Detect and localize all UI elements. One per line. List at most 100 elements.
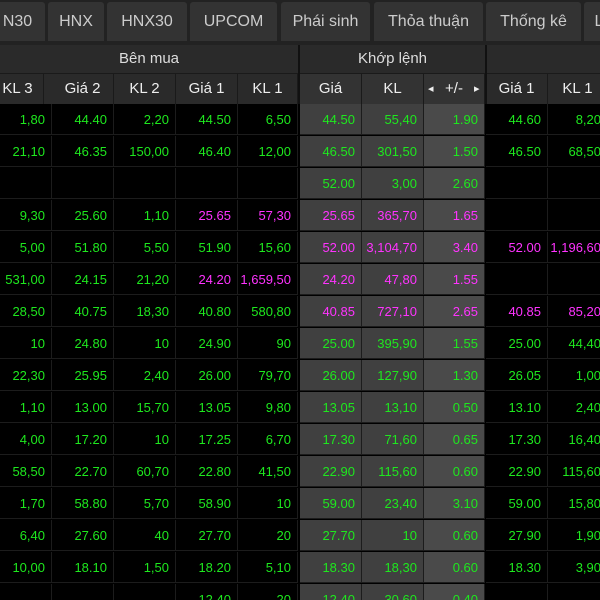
column-header[interactable]: Giá 2	[52, 74, 114, 104]
column-header[interactable]: Giá 1	[486, 74, 548, 104]
column-header[interactable]: KL 1	[548, 74, 600, 104]
table-row[interactable]: 531,00 24.15 21,20 24.20 1,659,50 24.20 47,80 1…	[0, 264, 600, 295]
table-row[interactable]: 58,50 22.70 60,70 22.80 41,50 22.90 115,60 0.60…	[0, 456, 600, 487]
table-cell: 5,10	[238, 552, 298, 583]
table-cell: 22.90	[486, 456, 548, 487]
table-cell: 10	[238, 488, 298, 519]
column-header[interactable]: KL	[362, 74, 424, 104]
table-cell: 25.00	[300, 328, 362, 359]
table-row[interactable]: 52.00 3,00 2.60	[0, 168, 600, 199]
scroll-left-icon[interactable]: ◂	[428, 74, 434, 104]
table-row[interactable]: 1,10 13.00 15,70 13.05 9,80 13.05 13,10 0.50 13.…	[0, 392, 600, 423]
table-cell: 41,50	[238, 456, 298, 487]
table-cell: 17.30	[486, 424, 548, 455]
scroll-right-icon[interactable]: ▸	[474, 74, 480, 104]
column-header[interactable]: KL 3	[0, 74, 44, 104]
table-cell: 0.40	[424, 584, 485, 600]
table-cell: 115,60	[548, 456, 600, 487]
tab-hnx[interactable]: HNX	[48, 2, 104, 41]
table-cell: 46.50	[300, 136, 362, 167]
table-cell: 12.40	[300, 584, 362, 600]
table-cell: 59.00	[300, 488, 362, 519]
group-buy: Bên mua	[118, 50, 180, 67]
table-cell	[52, 584, 114, 600]
table-cell: 51.80	[52, 232, 114, 263]
table-cell: 60,70	[114, 456, 176, 487]
column-header[interactable]: Giá	[300, 74, 362, 104]
group-header-row: Bên mua Khớp lệnh	[0, 45, 600, 74]
table-cell: 10,00	[0, 552, 52, 583]
table-cell: 25.00	[486, 328, 548, 359]
table-cell	[486, 584, 548, 600]
table-row[interactable]: 10,00 18.10 1,50 18.20 5,10 18.30 18,30 0.60 18.…	[0, 552, 600, 583]
table-row[interactable]: 5,00 51.80 5,50 51.90 15,60 52.00 3,104,70 3.40…	[0, 232, 600, 263]
table-row[interactable]: 12.40 20 12.40 30,60 0.40	[0, 584, 600, 600]
table-cell: 2.65	[424, 296, 485, 327]
table-cell: 21,20	[114, 264, 176, 295]
table-cell	[238, 168, 298, 199]
table-row[interactable]: 10 24.80 10 24.90 90 25.00 395,90 1.55 25.00 44,4…	[0, 328, 600, 359]
table-row[interactable]: 4,00 17.20 10 17.25 6,70 17.30 71,60 0.65 17.30 1…	[0, 424, 600, 455]
tab-thỏa-thuận[interactable]: Thỏa thuận	[374, 2, 483, 41]
table-cell: 15,80	[548, 488, 600, 519]
table-cell: 85,20	[548, 296, 600, 327]
table-cell: 16,40	[548, 424, 600, 455]
table-cell: 22,30	[0, 360, 52, 391]
table-cell: 30,60	[362, 584, 424, 600]
table-row[interactable]: 1,80 44.40 2,20 44.50 6,50 44.50 55,40 1.90 44.6…	[0, 104, 600, 135]
table-cell: 52.00	[486, 232, 548, 263]
tab-hnx30[interactable]: HNX30	[107, 2, 187, 41]
table-cell: 20	[238, 584, 298, 600]
table-cell: 0.60	[424, 520, 485, 551]
table-cell: 90	[238, 328, 298, 359]
table-row[interactable]: 1,70 58.80 5,70 58.90 10 59.00 23,40 3.10 59.00 1…	[0, 488, 600, 519]
table-cell: 40.75	[52, 296, 114, 327]
table-cell: 47,80	[362, 264, 424, 295]
tab-phái-sinh[interactable]: Phái sinh	[281, 2, 370, 41]
tab-upcom[interactable]: UPCOM	[190, 2, 277, 41]
table-cell: 24.90	[176, 328, 238, 359]
table-cell: 24.20	[176, 264, 238, 295]
table-row[interactable]: 6,40 27.60 40 27.70 20 27.70 10 0.60 27.90 1,90	[0, 520, 600, 551]
table-cell: 1.90	[424, 104, 485, 135]
table-cell: 2,40	[548, 392, 600, 423]
table-cell: 0.60	[424, 552, 485, 583]
table-cell: 25.95	[52, 360, 114, 391]
table-cell: 1.55	[424, 264, 485, 295]
table-cell: 6,70	[238, 424, 298, 455]
table-row[interactable]: 22,30 25.95 2,40 26.00 79,70 26.00 127,90 1.30 2…	[0, 360, 600, 391]
table-cell: 1,10	[114, 200, 176, 231]
tab-n30[interactable]: N30	[0, 2, 45, 41]
table-cell: 6,50	[238, 104, 298, 135]
table-cell: 26.05	[486, 360, 548, 391]
table-cell: 28,50	[0, 296, 52, 327]
table-cell: 27.70	[176, 520, 238, 551]
table-cell: 40	[114, 520, 176, 551]
column-header[interactable]: Giá 1	[176, 74, 238, 104]
table-cell: 18.30	[300, 552, 362, 583]
table-cell: 58.90	[176, 488, 238, 519]
table-row[interactable]: 21,10 46.35 150,00 46.40 12,00 46.50 301,50 1.5…	[0, 136, 600, 167]
table-row[interactable]: 28,50 40.75 18,30 40.80 580,80 40.85 727,10 2.6…	[0, 296, 600, 327]
tab-l[interactable]: L	[584, 2, 600, 41]
table-cell: 0.50	[424, 392, 485, 423]
table-cell: 20	[238, 520, 298, 551]
table-cell	[486, 264, 548, 295]
column-header-row: KL 3 Giá 2 KL 2 Giá 1 KL 1 Giá KL +/- Giá 1 KL 1 ◂…	[0, 74, 600, 104]
table-cell: 13,10	[362, 392, 424, 423]
table-row[interactable]: 9,30 25.60 1,10 25.65 57,30 25.65 365,70 1.65	[0, 200, 600, 231]
table-cell: 55,40	[362, 104, 424, 135]
column-header[interactable]: KL 1	[238, 74, 298, 104]
column-header[interactable]: KL 2	[114, 74, 176, 104]
tab-thống-kê[interactable]: Thống kê	[486, 2, 581, 41]
table-cell: 57,30	[238, 200, 298, 231]
table-cell: 1,00	[548, 360, 600, 391]
table-cell: 18.10	[52, 552, 114, 583]
market-tabs: N30 HNX HNX30 UPCOM Phái sinh Thỏa thuận Thống…	[0, 0, 600, 45]
table-cell: 4,00	[0, 424, 52, 455]
table-cell: 9,30	[0, 200, 52, 231]
table-cell: 1.65	[424, 200, 485, 231]
table-cell: 27.70	[300, 520, 362, 551]
table-cell: 1,659,50	[238, 264, 298, 295]
table-cell: 5,00	[0, 232, 52, 263]
